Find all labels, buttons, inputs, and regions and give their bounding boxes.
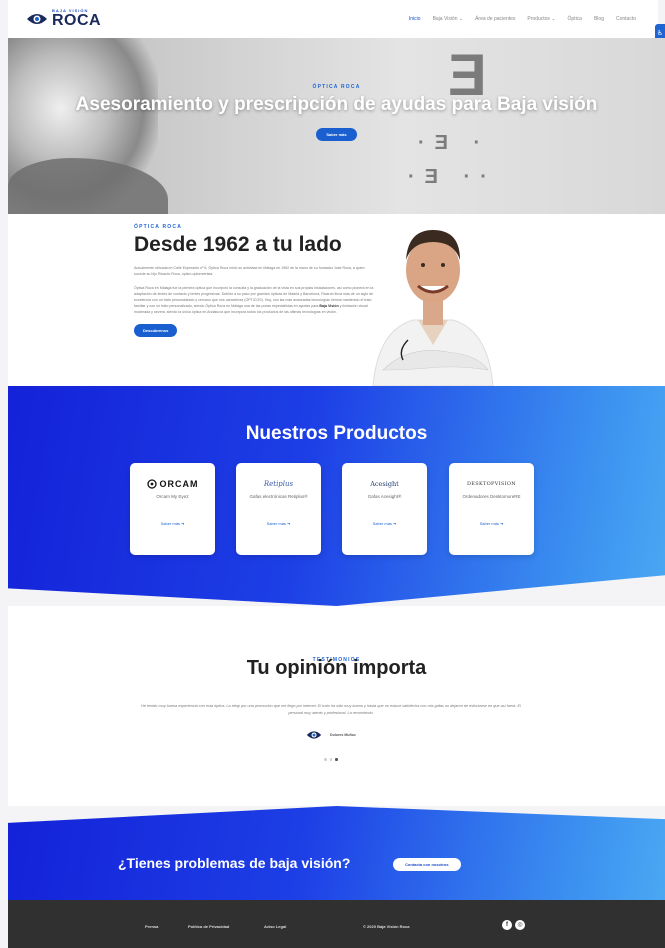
descubrenos-button[interactable]: Descúbrenos [134,324,178,337]
logo-title: ROCA [52,12,102,29]
menu-item-optica[interactable]: Óptica [568,16,582,22]
product-card-orcam[interactable]: ORCAM Orcam My Eye2 Saber más ➜ [130,463,215,555]
footer-link-privacidad[interactable]: Política de Privacidad [188,924,229,929]
hero-kicker: ÓPTICA ROCA [312,84,361,90]
chevron-down-icon: ⌄ [458,16,464,22]
footer-link-prensa[interactable]: Prensa [145,924,158,929]
testimonials-section: TESTIMONIOS Tu opinión importa He tenido… [8,606,665,806]
testimonial-quote: He tenido muy buena experiencia con esta… [141,704,521,715]
hero-banner: Ǝ ·Ǝ · ·Ǝ ·· ÓPTICA ROCA Asesoramiento y… [8,38,665,214]
cta-title: ¿Tienes problemas de baja visión? [118,855,351,871]
chevron-down-icon: ⌄ [551,16,556,22]
hero-title: Asesoramiento y prescripción de ayudas p… [75,94,598,115]
product-logo-text: Acesight [370,480,399,488]
eye-logo-icon [27,14,47,24]
arrow-right-icon: ➜ [500,521,504,526]
orcam-logo-icon [146,479,157,489]
product-name: Gafas Acesight® [367,494,402,499]
menu-item-contacto[interactable]: Contacto [616,16,636,22]
cta-banner: ¿Tienes problemas de baja visión? Contac… [8,806,665,900]
about-paragraph-1: Actualmente ubicada en Calle Esperanto n… [134,266,365,276]
product-logo-text: DESKTOPVISION [467,481,516,487]
eye-logo-icon [306,731,322,739]
site-logo[interactable]: BAJA VISIÓN ROCA [26,9,101,29]
carousel-dot-active[interactable] [335,758,338,761]
product-name: Ordenadores DesktomoreRE [462,494,521,499]
saber-mas-link[interactable]: Saber más ➜ [236,521,321,526]
optician-portrait-image [372,230,494,386]
hero-saber-mas-button[interactable]: Saber más [316,128,357,141]
product-name: Gafas electrónicas Retiplus® [249,494,308,499]
main-menu: Inicio Baja Visión ⌄ Área de pacientes P… [409,16,636,22]
footer-copyright: © 2020 Baja Visión Roca [363,924,410,929]
arrow-right-icon: ➜ [181,521,185,526]
product-card-desktopvision[interactable]: DESKTOPVISION Ordenadores DesktomoreRE S… [449,463,534,555]
menu-item-productos[interactable]: Productos ⌄ [527,16,555,22]
about-title: Desde 1962 a tu lado [134,233,342,256]
carousel-dot[interactable] [324,758,327,761]
testimonials-title: Tu opinión importa [246,657,427,679]
contacta-button[interactable]: Contacta con nosotros [393,858,461,871]
saber-mas-link[interactable]: Saber más ➜ [342,521,427,526]
footer-link-aviso-legal[interactable]: Aviso Legal [264,924,286,929]
arrow-right-icon: ➜ [287,521,291,526]
carousel-dots [324,758,338,761]
products-section: Nuestros Productos ORCAM Orcam My Eye2 S… [8,386,665,606]
instagram-icon[interactable]: ◎ [515,920,525,930]
facebook-icon[interactable]: f [502,920,512,930]
product-name: Orcam My Eye2 [156,494,189,499]
product-logo-text: Retiplus [263,480,294,488]
menu-item-inicio[interactable]: Inicio [409,16,421,22]
product-card-retiplus[interactable]: Retiplus Gafas electrónicas Retiplus® Sa… [236,463,321,555]
arrow-right-icon: ➜ [393,521,397,526]
site-footer: Prensa Política de Privacidad Aviso Lega… [8,900,665,948]
product-logo-text: ORCAM [159,479,199,489]
testimonial-author: Dolores Muñoz [306,730,356,740]
about-paragraph-2: Óptica Roca en Málaga fue la primera ópt… [134,286,374,314]
saber-mas-link[interactable]: Saber más ➜ [130,521,215,526]
menu-item-baja-vision[interactable]: Baja Visión ⌄ [433,16,464,22]
top-navigation: BAJA VISIÓN ROCA Inicio Baja Visión ⌄ Ár… [8,0,658,38]
saber-mas-link[interactable]: Saber más ➜ [449,521,534,526]
testimonial-author-name: Dolores Muñoz [330,733,356,737]
products-title: Nuestros Productos [245,423,428,444]
product-card-acesight[interactable]: Acesight Gafas Acesight® Saber más ➜ [342,463,427,555]
about-section: ÓPTICA ROCA Desde 1962 a tu lado Actualm… [8,214,665,386]
menu-item-blog[interactable]: Blog [594,16,604,22]
carousel-dot[interactable] [329,758,332,761]
menu-item-area-pacientes[interactable]: Área de pacientes [475,16,515,22]
about-kicker: ÓPTICA ROCA [134,224,183,230]
